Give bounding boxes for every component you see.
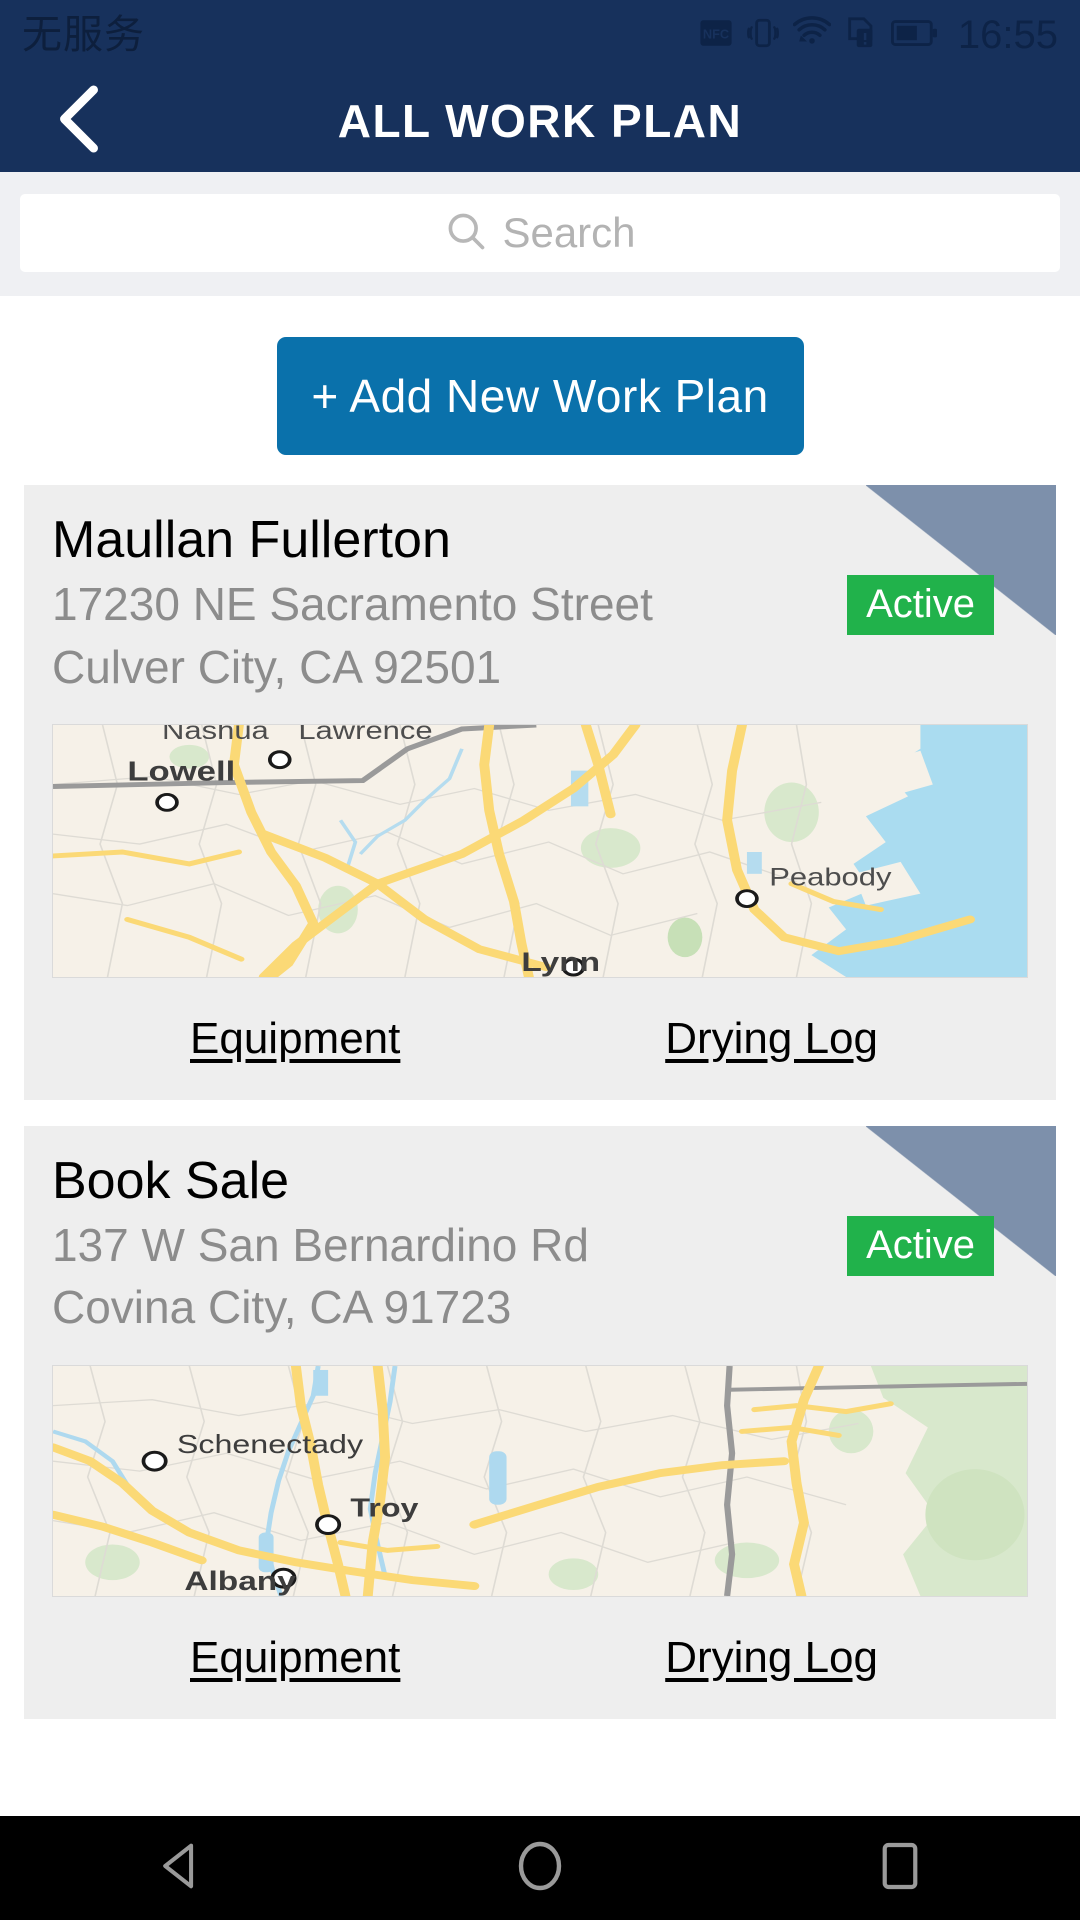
- svg-text:Lowell: Lowell: [127, 756, 235, 787]
- back-triangle-icon: [157, 1842, 203, 1895]
- add-section: + Add New Work Plan: [0, 296, 1080, 485]
- card-header: Book Sale 137 W San Bernardino Rd Covina…: [24, 1152, 1056, 1335]
- android-nav-bar: [0, 1816, 1080, 1920]
- recents-square-icon: [879, 1841, 921, 1896]
- card-actions: Equipment Drying Log: [24, 978, 1056, 1100]
- nav-back-button[interactable]: [120, 1816, 240, 1920]
- svg-text:Troy: Troy: [350, 1494, 419, 1522]
- svg-text:Nashua: Nashua: [162, 725, 269, 744]
- work-plan-address-line2: Culver City, CA 92501: [52, 640, 502, 693]
- add-new-work-plan-button[interactable]: + Add New Work Plan: [276, 337, 804, 455]
- home-circle-icon: [516, 1840, 564, 1897]
- phone-screen: 无服务 NFC 16:55 ALL WORK PLAN Search + Add…: [0, 0, 1080, 1920]
- map-thumbnail[interactable]: Nashua Lawrence Lowell Peabody Lynn: [52, 723, 1028, 978]
- svg-text:Peabody: Peabody: [769, 863, 891, 890]
- map-thumbnail[interactable]: Schenectady Troy Albany: [52, 1364, 1028, 1597]
- wifi-icon: [792, 15, 832, 55]
- svg-text:Lynn: Lynn: [521, 948, 600, 977]
- map-image: Nashua Lawrence Lowell Peabody Lynn: [53, 724, 1027, 977]
- search-section: Search: [0, 172, 1080, 296]
- app-bar: ALL WORK PLAN: [0, 70, 1080, 172]
- svg-text:NFC: NFC: [703, 26, 729, 41]
- work-plan-address-line2: Covina City, CA 91723: [52, 1281, 512, 1334]
- map-image: Schenectady Troy Albany: [53, 1365, 1027, 1596]
- battery-icon: [890, 18, 937, 53]
- search-input[interactable]: Search: [20, 194, 1060, 272]
- card-header: Maullan Fullerton 17230 NE Sacramento St…: [24, 511, 1056, 694]
- svg-text:Lawrence: Lawrence: [298, 725, 432, 744]
- status-badge: Active: [847, 575, 994, 635]
- back-button[interactable]: [50, 84, 110, 159]
- search-icon: [444, 209, 488, 258]
- vibrate-icon: [746, 16, 780, 55]
- drying-log-link[interactable]: Drying Log: [665, 1633, 878, 1683]
- work-plan-card[interactable]: Maullan Fullerton 17230 NE Sacramento St…: [24, 485, 1056, 1100]
- chevron-left-icon: [54, 84, 106, 159]
- drying-log-link[interactable]: Drying Log: [665, 1014, 878, 1064]
- carrier-label: 无服务: [22, 13, 145, 57]
- sim-alert-icon: [844, 16, 878, 55]
- svg-text:Albany: Albany: [184, 1567, 296, 1596]
- nfc-icon: NFC: [699, 16, 733, 55]
- work-plan-list: Maullan Fullerton 17230 NE Sacramento St…: [0, 485, 1080, 1719]
- work-plan-title: Maullan Fullerton: [52, 511, 451, 569]
- equipment-link[interactable]: Equipment: [190, 1014, 400, 1064]
- work-plan-card[interactable]: Book Sale 137 W San Bernardino Rd Covina…: [24, 1125, 1056, 1719]
- status-icons: NFC 16:55: [699, 15, 1058, 55]
- svg-text:Schenectady: Schenectady: [177, 1431, 364, 1459]
- status-bar: 无服务 NFC 16:55: [0, 0, 1080, 70]
- clock-label: 16:55: [957, 13, 1058, 57]
- search-placeholder: Search: [502, 209, 636, 256]
- equipment-link[interactable]: Equipment: [190, 1633, 400, 1683]
- page-title: ALL WORK PLAN: [337, 95, 743, 147]
- nav-home-button[interactable]: [480, 1816, 600, 1920]
- work-plan-title: Book Sale: [52, 1151, 290, 1210]
- nav-recents-button[interactable]: [840, 1816, 960, 1920]
- card-actions: Equipment Drying Log: [24, 1597, 1056, 1719]
- status-badge: Active: [847, 1215, 994, 1276]
